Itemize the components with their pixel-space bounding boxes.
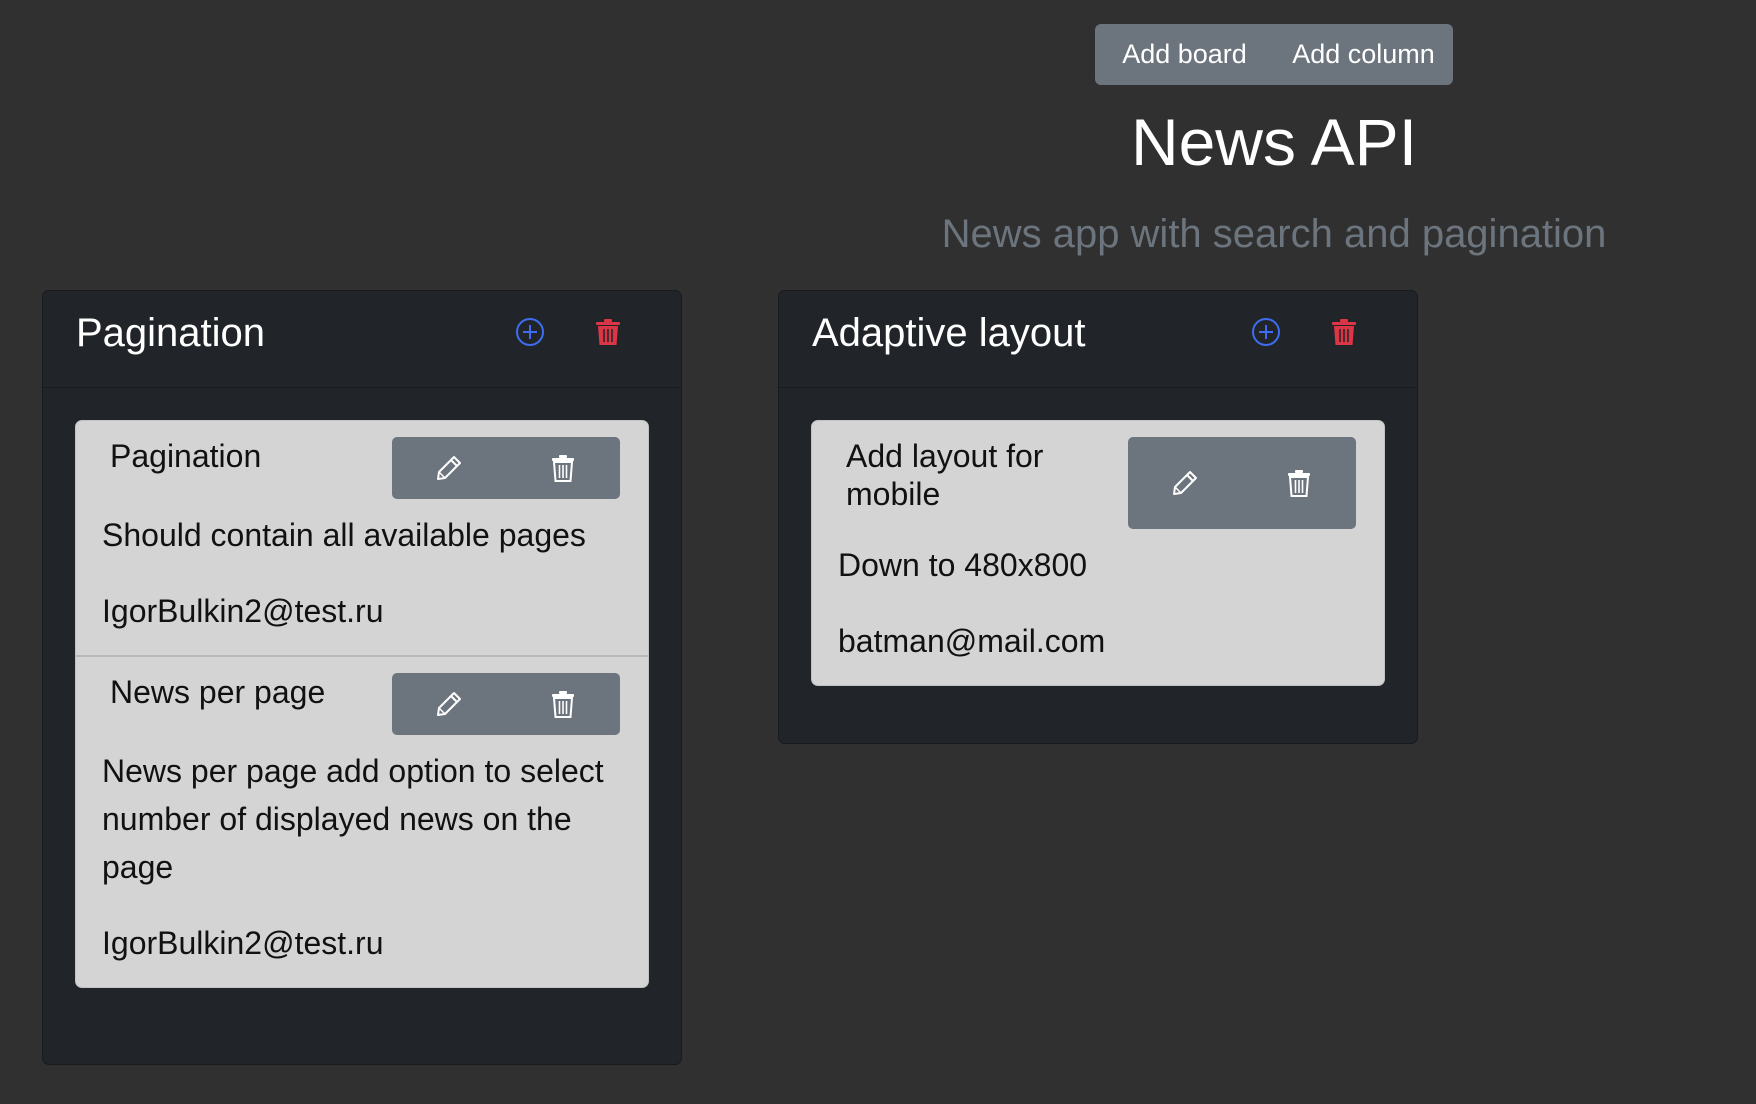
board-page: Add board Add column News API News app w… — [0, 0, 1756, 1104]
add-board-button[interactable]: Add board — [1095, 24, 1274, 85]
column-header: Adaptive layout — [779, 291, 1417, 388]
pencil-icon[interactable] — [392, 437, 506, 499]
card-title: Pagination — [110, 438, 262, 474]
card-description: Down to 480x800 — [838, 547, 1088, 583]
card-assignee-email: IgorBulkin2@test.ru — [102, 593, 384, 629]
column-pagination: Pagination Pagination Should contain all… — [42, 290, 682, 1065]
add-column-button[interactable]: Add column — [1274, 24, 1453, 85]
trash-icon[interactable] — [1327, 315, 1361, 349]
card-title: News per page — [110, 674, 326, 710]
pencil-icon[interactable] — [392, 673, 506, 735]
card-list: Pagination Should contain all available … — [75, 420, 649, 988]
column-title: Pagination — [76, 311, 266, 355]
card-action-group — [392, 437, 620, 499]
header-button-group: Add board Add column — [1095, 24, 1453, 85]
column-title: Adaptive layout — [812, 311, 1086, 355]
column-adaptive-layout: Adaptive layout Add layout for mobile Do… — [778, 290, 1418, 744]
card-description: Should contain all available pages — [102, 517, 586, 553]
plus-circle-icon[interactable] — [513, 315, 547, 349]
plus-circle-icon[interactable] — [1249, 315, 1283, 349]
trash-icon[interactable] — [506, 437, 620, 499]
board-subtitle: News app with search and pagination — [941, 212, 1607, 256]
trash-icon[interactable] — [1242, 437, 1356, 529]
card-action-group — [1128, 437, 1356, 529]
column-header: Pagination — [43, 291, 681, 388]
pencil-icon[interactable] — [1128, 437, 1242, 529]
card-assignee-email: IgorBulkin2@test.ru — [102, 925, 384, 961]
trash-icon[interactable] — [591, 315, 625, 349]
board-title: News API — [1130, 105, 1418, 179]
trash-icon[interactable] — [506, 673, 620, 735]
task-card[interactable]: Add layout for mobile Down to 480x800 ba… — [812, 421, 1384, 685]
column-body: Add layout for mobile Down to 480x800 ba… — [779, 388, 1417, 718]
card-list: Add layout for mobile Down to 480x800 ba… — [811, 420, 1385, 686]
card-title: Add layout for mobile — [846, 438, 1044, 512]
task-card[interactable]: News per page News per page add option t… — [76, 657, 648, 987]
column-body: Pagination Should contain all available … — [43, 388, 681, 1020]
card-action-group — [392, 673, 620, 735]
task-card[interactable]: Pagination Should contain all available … — [76, 421, 648, 657]
card-assignee-email: batman@mail.com — [838, 623, 1106, 659]
card-description: News per page add option to select numbe… — [102, 753, 604, 885]
